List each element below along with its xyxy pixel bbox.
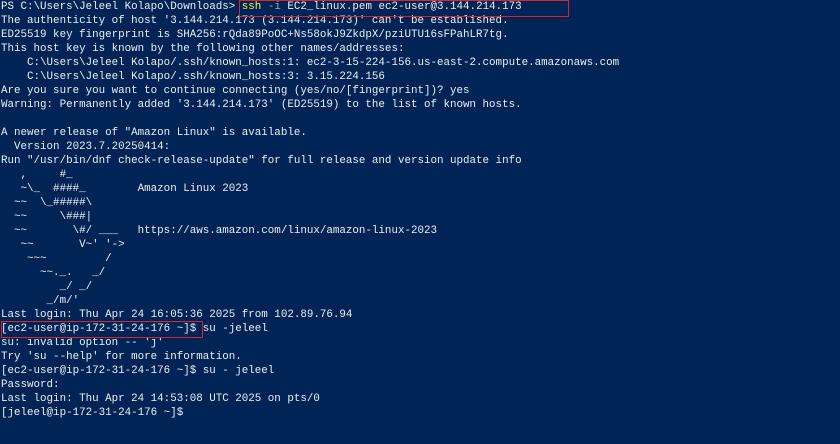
output-line: Warning: Permanently added '3.144.214.17… (1, 99, 522, 111)
ascii-art-line: ~~ \#/ ___ https://aws.amazon.com/linux/… (1, 225, 437, 237)
output-line: The authenticity of host '3.144.214.173 … (1, 15, 509, 27)
ascii-art-line: _/m/' (1, 295, 80, 307)
terminal-window[interactable]: PS C:\Users\Jeleel Kolapo\Downloads> ssh… (0, 0, 840, 444)
ascii-art-line: ~~ \_#####\ (1, 197, 93, 209)
ascii-art-line: ~~._. _/ (1, 267, 106, 279)
ascii-art-line: _/ _/ (1, 281, 93, 293)
ascii-art-line: ~~ V~' '-> (1, 239, 125, 251)
output-line: A newer release of "Amazon Linux" is ava… (1, 127, 307, 139)
command-args: EC2_linux.pem ec2-user@3.144.214.173 (280, 1, 522, 13)
output-line: Version 2023.7.20250414: (1, 141, 171, 153)
command-flag: -i (261, 1, 281, 13)
prompt-line: [ec2-user@ip-172-31-24-176 ~]$ su -jelee… (1, 323, 268, 335)
output-line: Are you sure you want to continue connec… (1, 85, 470, 97)
ascii-art-line: ~\_ ####_ Amazon Linux 2023 (1, 183, 249, 195)
output-line: Try 'su --help' for more information. (1, 351, 242, 363)
output-line: Run "/usr/bin/dnf check-release-update" … (1, 155, 522, 167)
ascii-art-line: ~~~ / (1, 253, 112, 265)
powershell-prompt: PS C:\Users\Jeleel Kolapo\Downloads> (1, 1, 242, 13)
output-line: Password: (1, 379, 60, 391)
output-line: ED25519 key fingerprint is SHA256:rQda89… (1, 29, 509, 41)
output-line: Last login: Thu Apr 24 14:53:08 UTC 2025… (1, 393, 320, 405)
output-line: Last login: Thu Apr 24 16:05:36 2025 fro… (1, 309, 353, 321)
prompt-line: [ec2-user@ip-172-31-24-176 ~]$ su - jele… (1, 365, 275, 377)
ascii-art-line: , #_ (1, 169, 73, 181)
ssh-command-line: PS C:\Users\Jeleel Kolapo\Downloads> ssh… (1, 0, 840, 14)
output-line: This host key is known by the following … (1, 43, 405, 55)
command-ssh: ssh (241, 1, 262, 13)
ascii-art-line: ~~ \###| (1, 211, 93, 223)
current-prompt-line[interactable]: [jeleel@ip-172-31-24-176 ~]$ (1, 406, 840, 420)
output-line: C:\Users\Jeleel Kolapo/.ssh/known_hosts:… (1, 71, 385, 83)
output-line: C:\Users\Jeleel Kolapo/.ssh/known_hosts:… (1, 57, 620, 69)
output-line: su: invalid option -- 'j' (1, 337, 164, 349)
